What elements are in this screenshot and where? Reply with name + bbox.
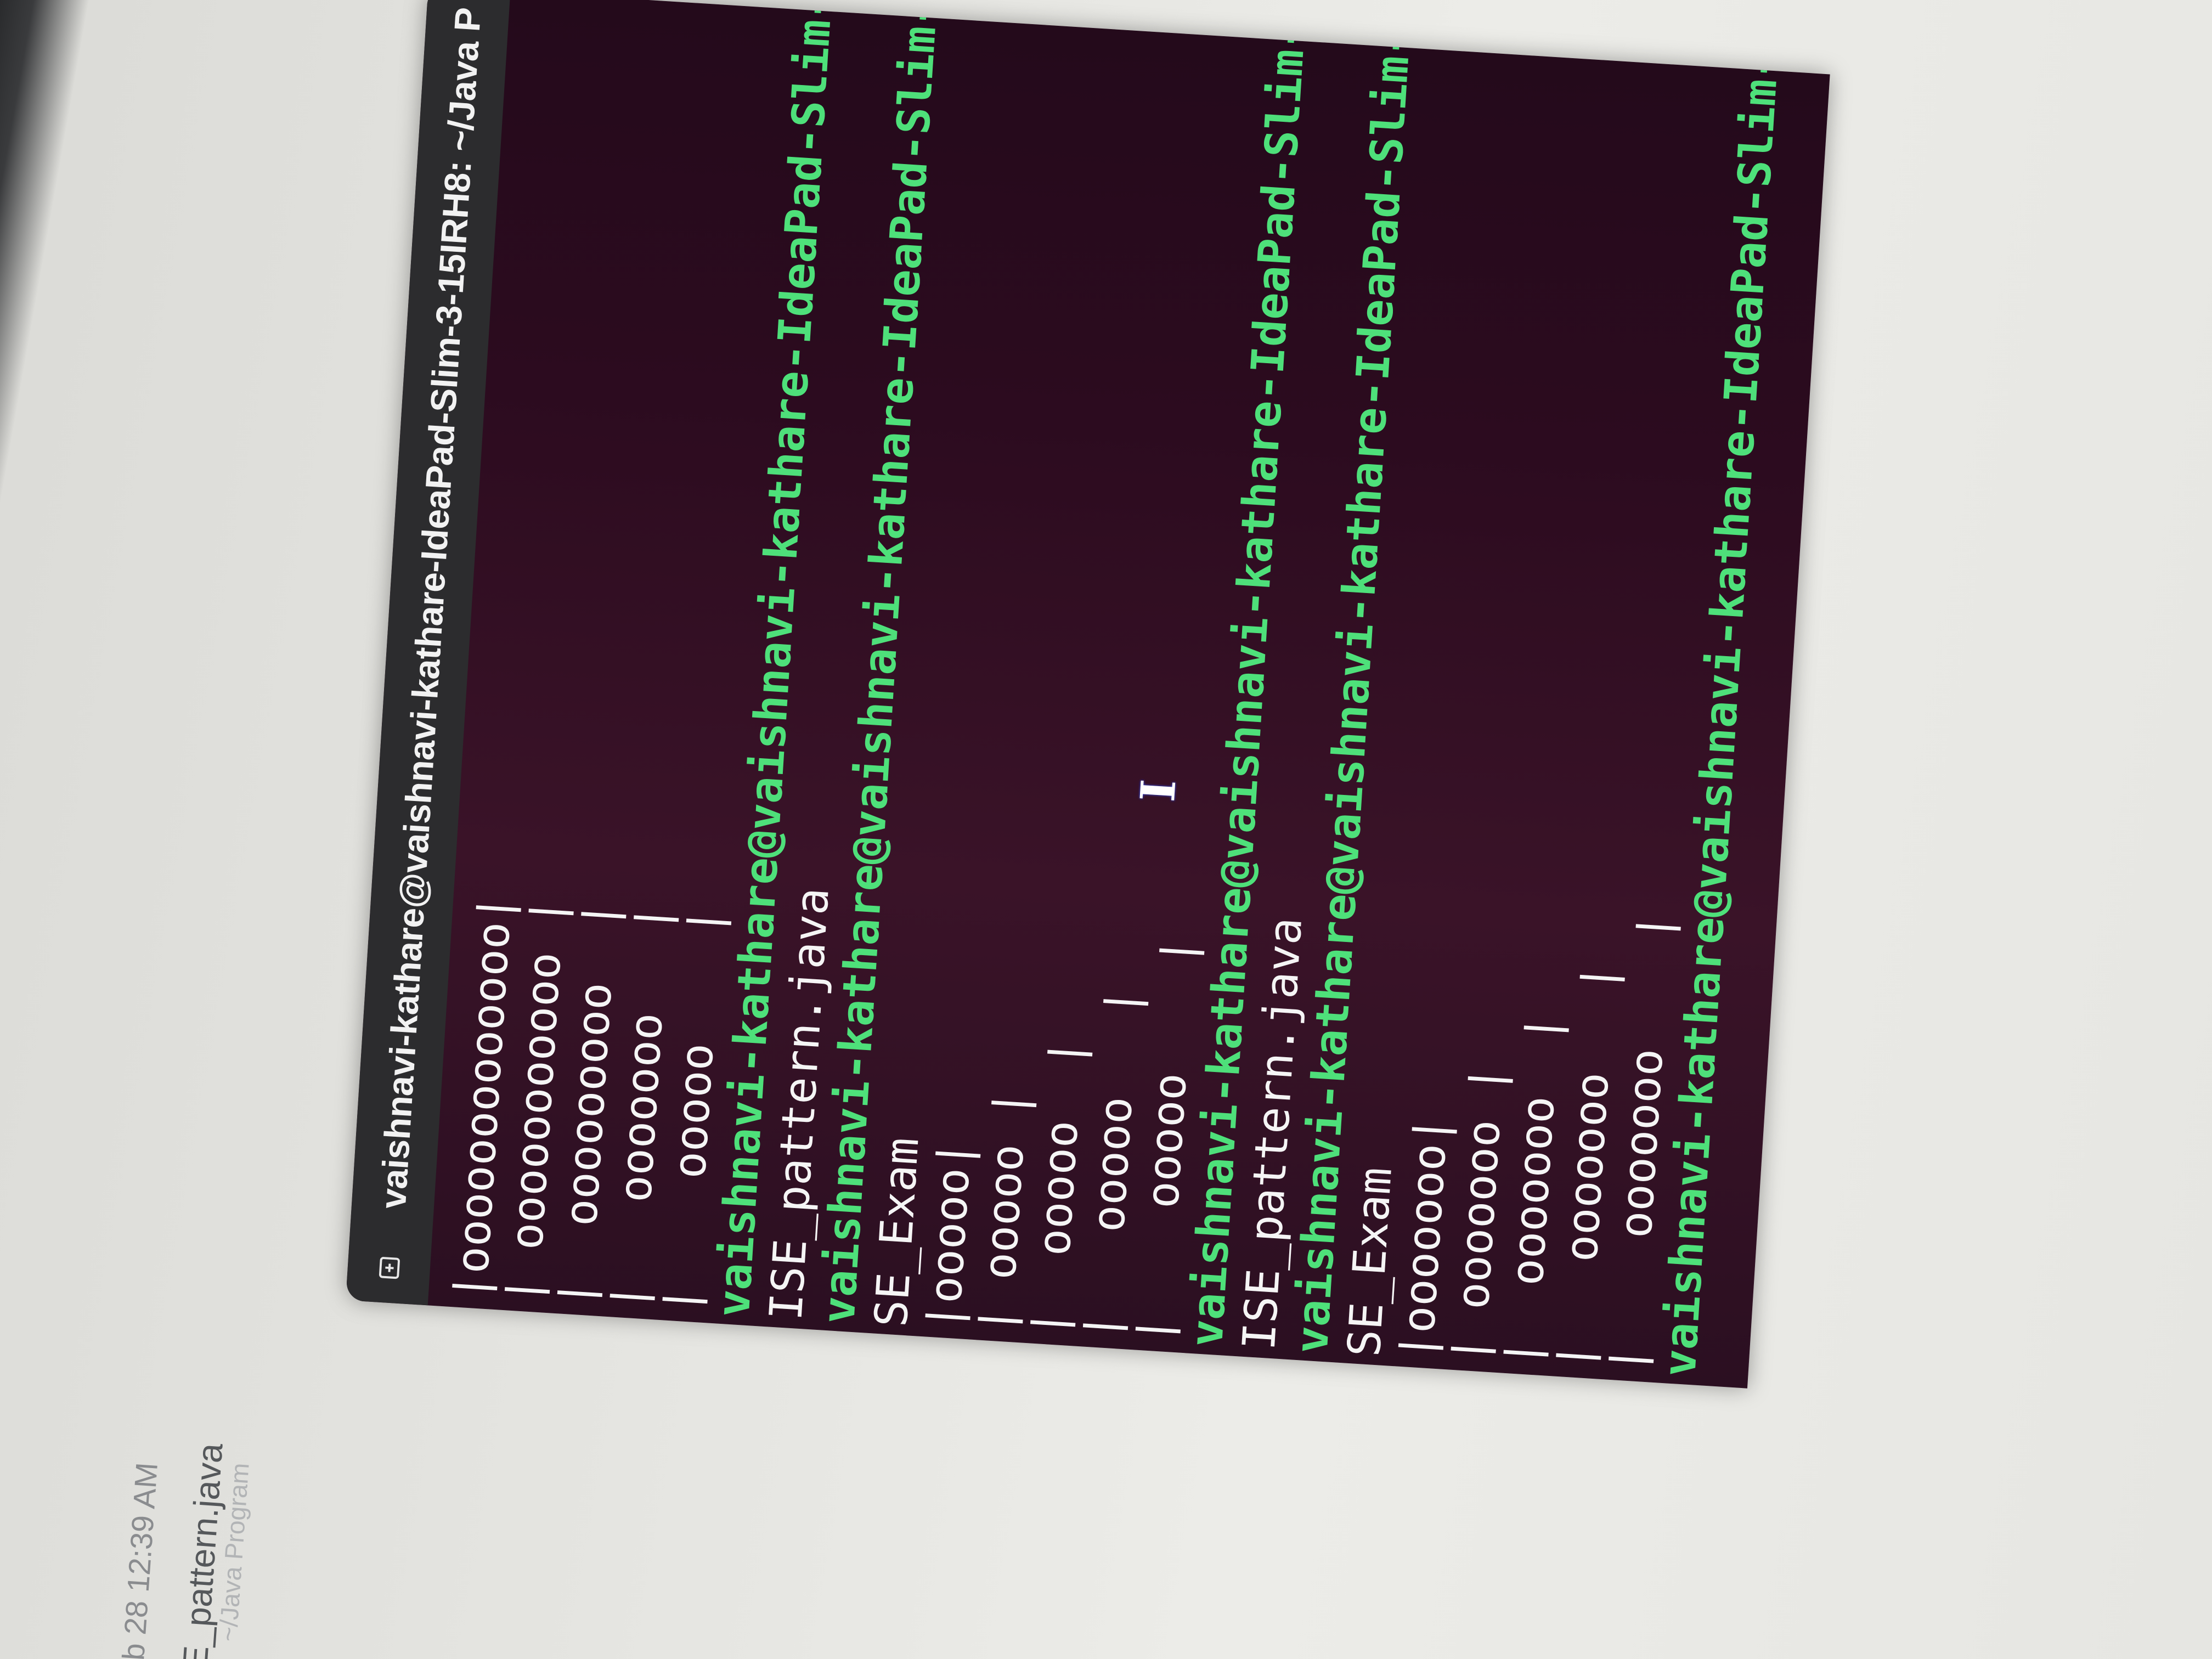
new-tab-button[interactable] xyxy=(370,1251,408,1282)
terminal-output[interactable]: |ooooooooooooo| | ooooooooooo | | oooooooo… xyxy=(428,0,1805,1387)
editor-side-panel: b 28 12:39 AM E_pattern.java ~/Java Prog… xyxy=(0,0,255,1659)
text-cursor-icon: I xyxy=(1130,777,1187,804)
terminal-window[interactable]: vaishnavi-kathare@vaishnavi-kathare-Idea… xyxy=(346,0,1830,1389)
new-tab-icon xyxy=(379,1257,400,1279)
clock-datetime: b 28 12:39 AM xyxy=(115,1461,165,1659)
photo-of-screen: b 28 12:39 AM E_pattern.java ~/Java Prog… xyxy=(0,0,2212,1659)
